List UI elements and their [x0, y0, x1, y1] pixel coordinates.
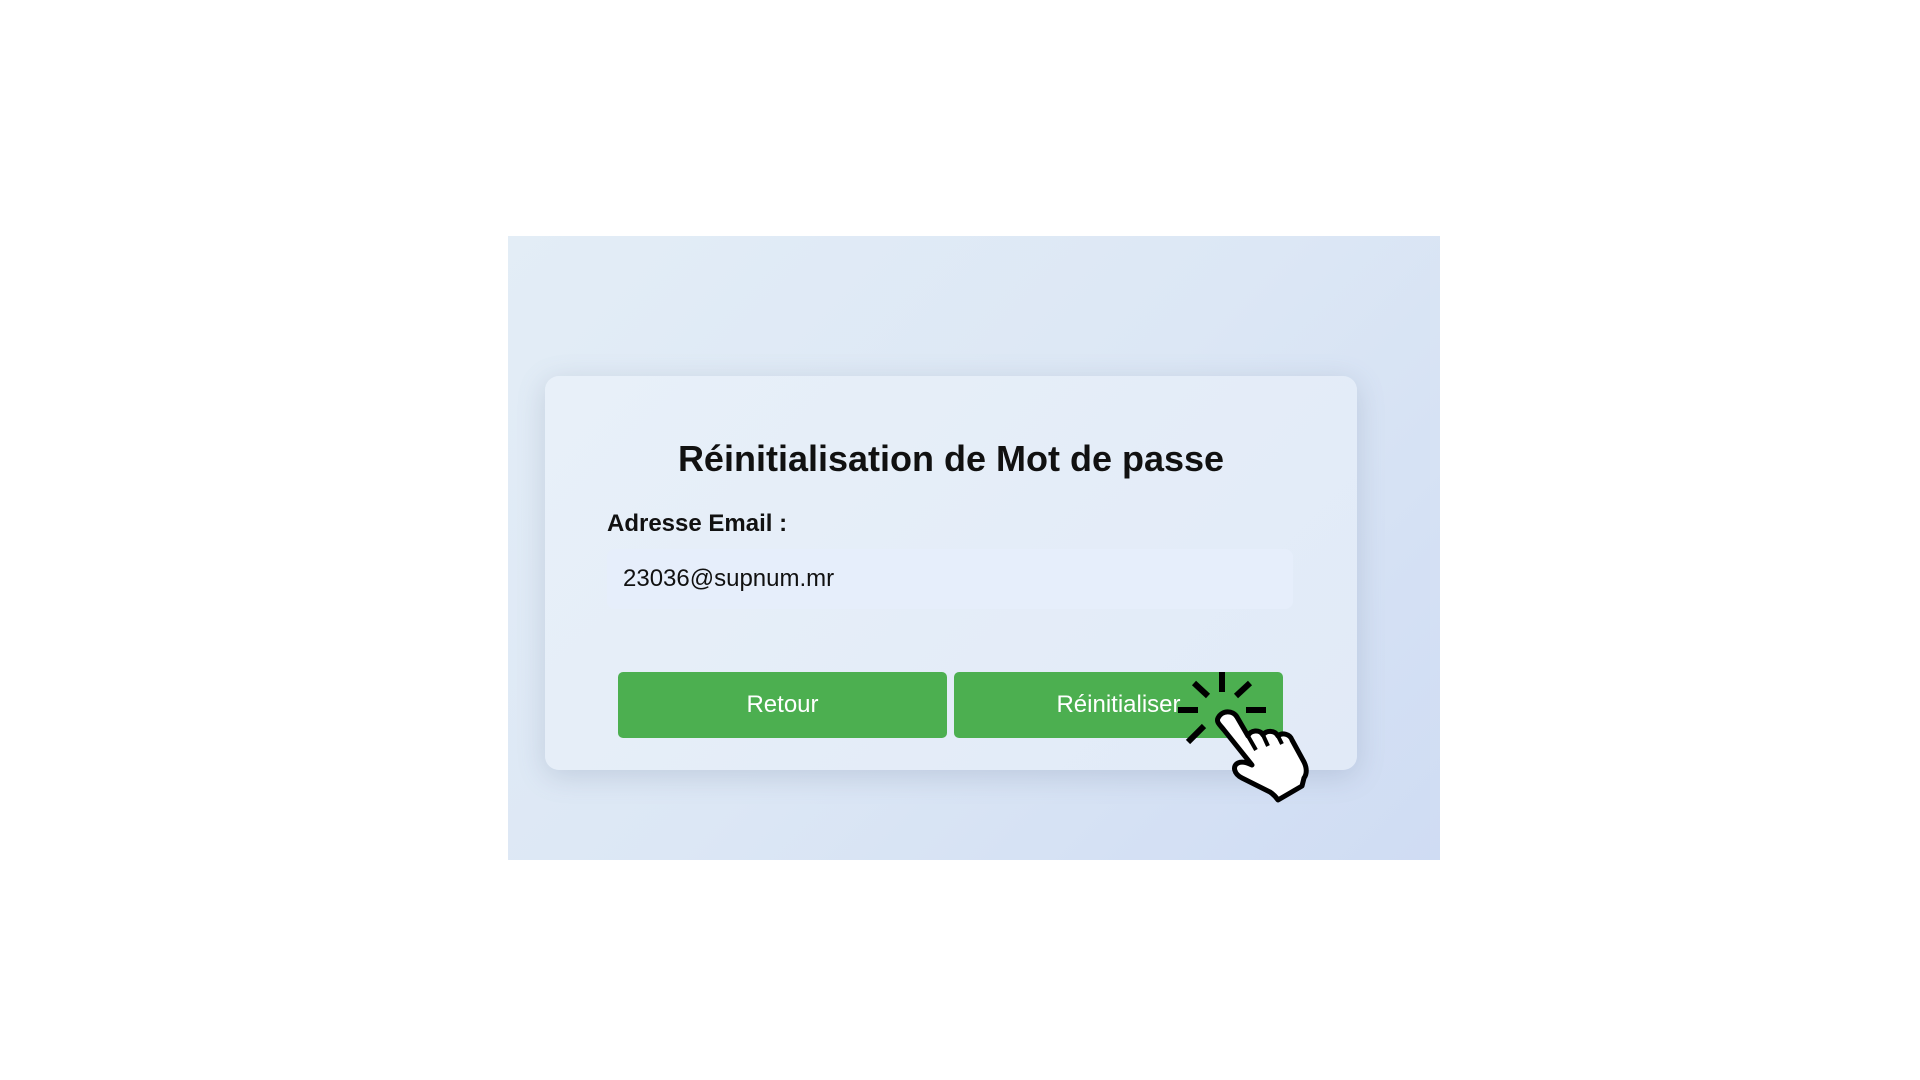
reset-button[interactable]: Réinitialiser: [954, 672, 1283, 738]
email-field[interactable]: [607, 549, 1293, 609]
back-button[interactable]: Retour: [618, 672, 947, 738]
page-viewport: Réinitialisation de Mot de passe Adresse…: [508, 236, 1440, 860]
reset-password-card: Réinitialisation de Mot de passe Adresse…: [545, 376, 1357, 770]
email-label: Adresse Email :: [607, 510, 788, 537]
page-title: Réinitialisation de Mot de passe: [677, 438, 1225, 479]
